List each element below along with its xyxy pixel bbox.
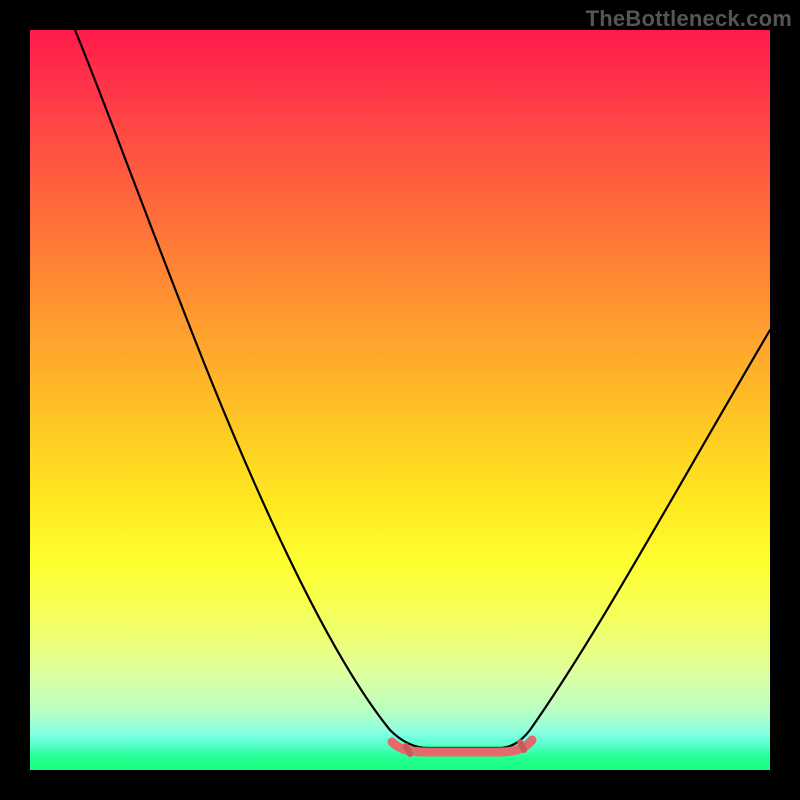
chart-curve [30,30,770,770]
watermark-text: TheBottleneck.com [586,6,792,32]
curve-bottom-notch-left [406,746,410,754]
curve-main [75,30,770,748]
curve-bottom-notch-right [520,742,524,750]
